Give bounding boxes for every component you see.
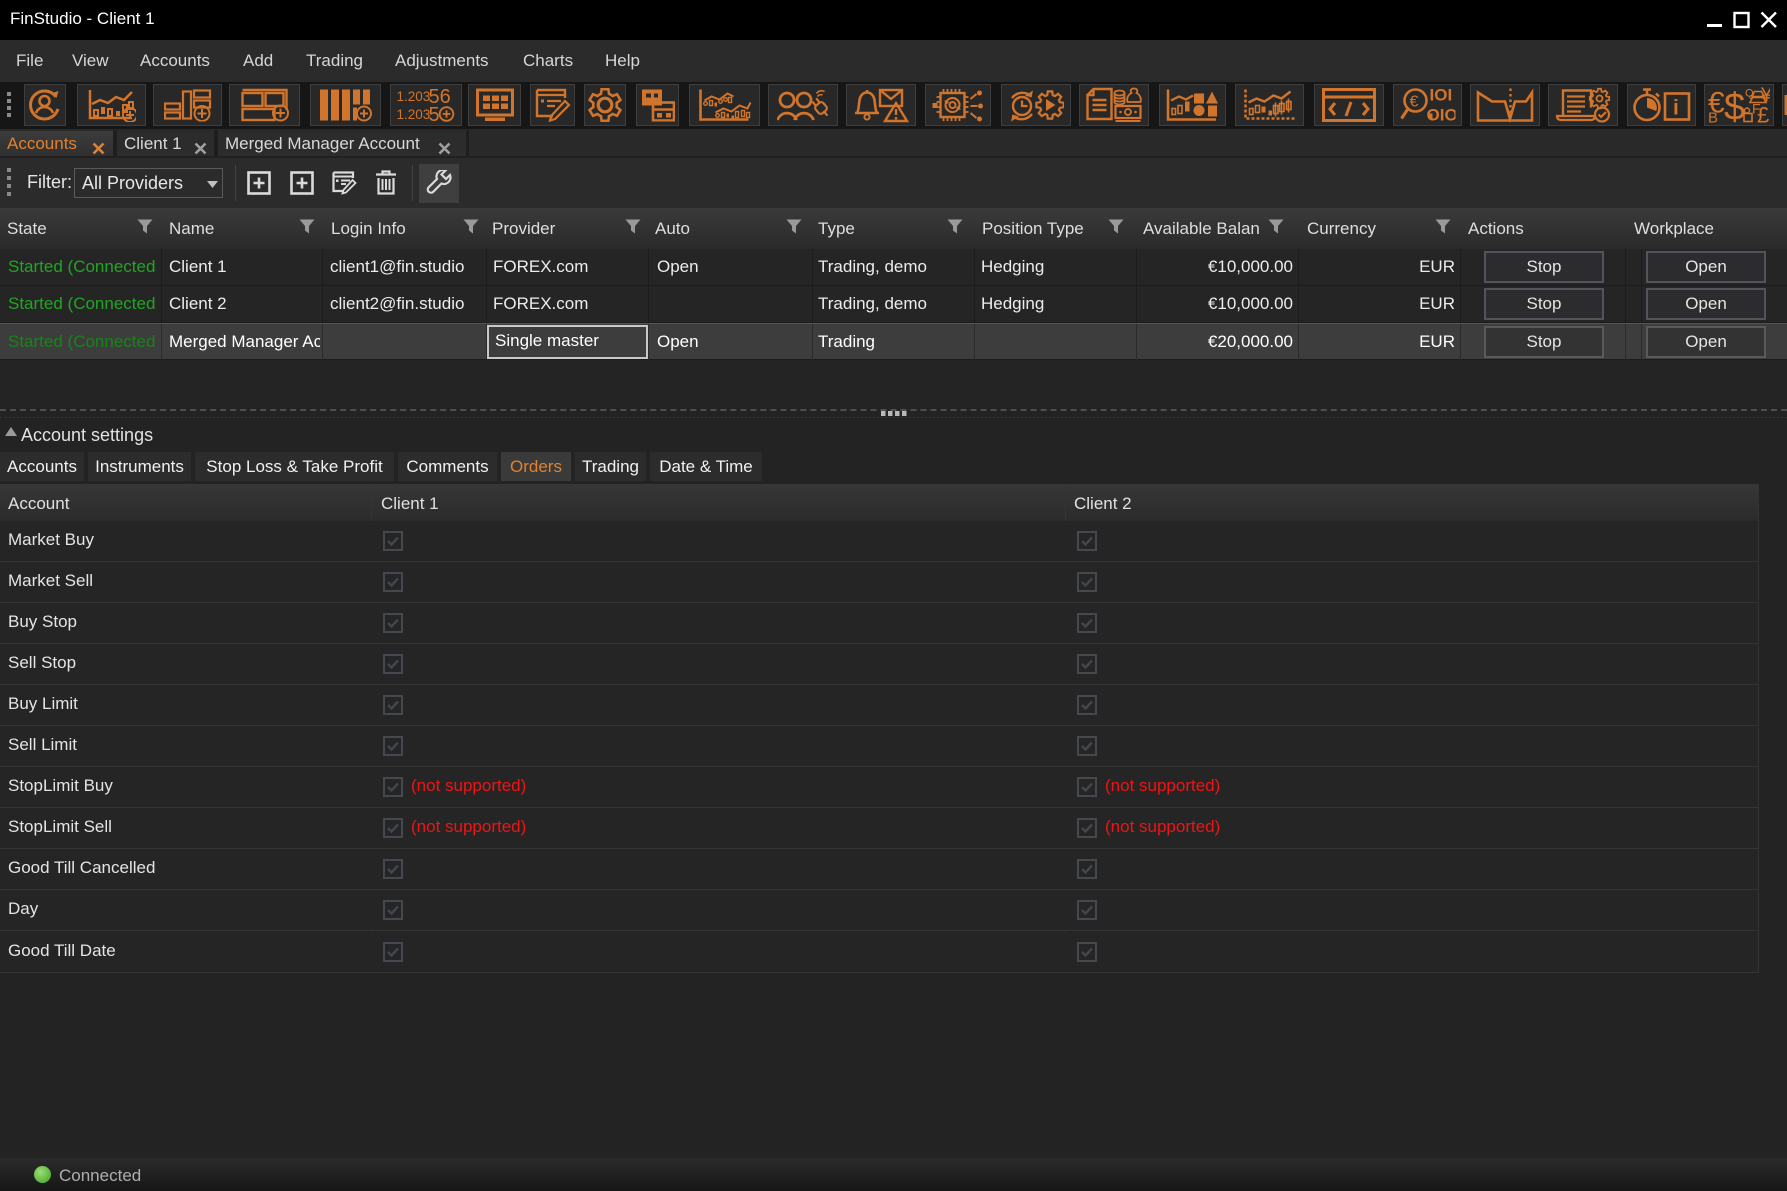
svg-text:$: $ <box>1724 87 1745 124</box>
svg-text:5: 5 <box>429 104 440 123</box>
svg-text:1.203: 1.203 <box>397 107 431 122</box>
svg-text:1.203: 1.203 <box>397 89 431 104</box>
svg-text:i: i <box>1673 97 1679 120</box>
svg-text:B: B <box>1708 110 1718 124</box>
svg-text:£: £ <box>1757 103 1769 124</box>
svg-text:IOI: IOI <box>1429 88 1452 105</box>
svg-text:€: € <box>1409 94 1418 111</box>
